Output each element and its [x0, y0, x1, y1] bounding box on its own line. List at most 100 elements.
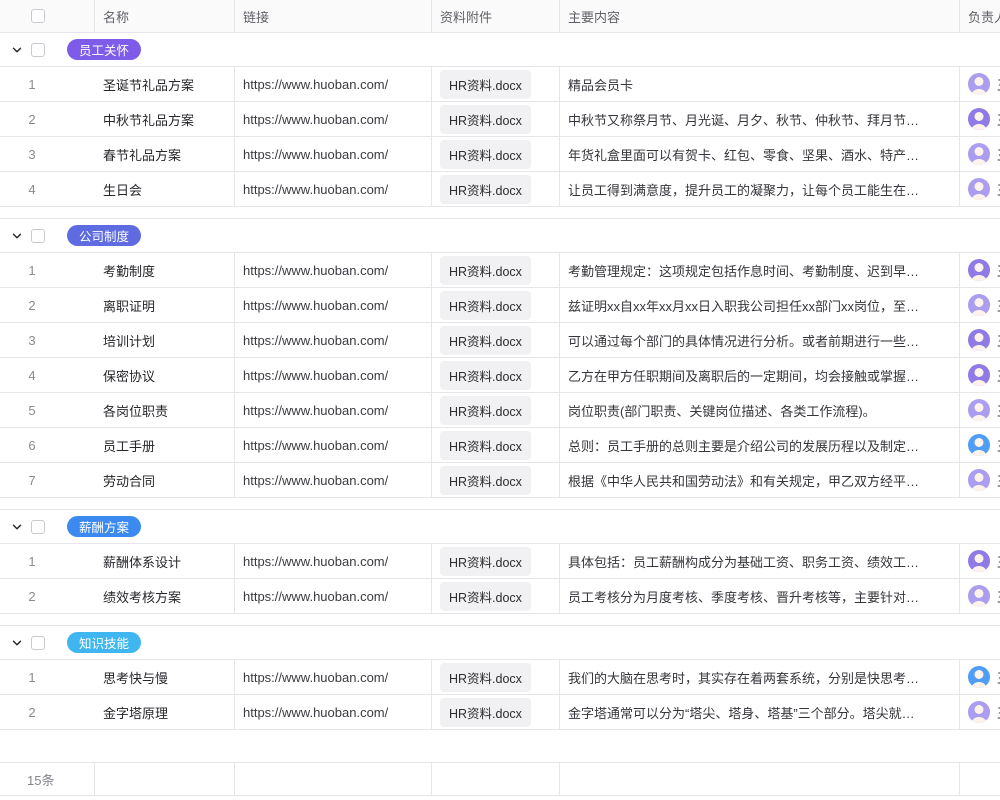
owner-cell[interactable]: 王 [960, 579, 1000, 613]
attachment-chip[interactable]: HR资料.docx [440, 326, 531, 355]
link-cell[interactable]: https://www.huoban.com/ [235, 102, 432, 136]
group-header[interactable]: 公司制度 [0, 219, 1000, 253]
content-cell[interactable]: 中秋节又称祭月节、月光诞、月夕、秋节、仲秋节、拜月节… [560, 102, 960, 136]
attachment-chip[interactable]: HR资料.docx [440, 466, 531, 495]
attachment-cell[interactable]: HR资料.docx [432, 253, 560, 287]
name-cell[interactable]: 5 各岗位职责 [0, 393, 235, 427]
content-cell[interactable]: 可以通过每个部门的具体情况进行分析。或者前期进行一些… [560, 323, 960, 357]
owner-cell[interactable]: 王 [960, 695, 1000, 729]
attachment-chip[interactable]: HR资料.docx [440, 361, 531, 390]
attachment-chip[interactable]: HR资料.docx [440, 140, 531, 169]
link-cell[interactable]: https://www.huoban.com/ [235, 137, 432, 171]
group-checkbox[interactable] [31, 229, 45, 243]
name-cell[interactable]: 1 圣诞节礼品方案 [0, 67, 235, 101]
name-cell[interactable]: 1 薪酬体系设计 [0, 544, 235, 578]
content-cell[interactable]: 具体包括：员工薪酬构成分为基础工资、职务工资、绩效工… [560, 544, 960, 578]
name-cell[interactable]: 4 保密协议 [0, 358, 235, 392]
link-cell[interactable]: https://www.huoban.com/ [235, 67, 432, 101]
name-cell[interactable]: 2 绩效考核方案 [0, 579, 235, 613]
group-header[interactable]: 员工关怀 [0, 33, 1000, 67]
link-cell[interactable]: https://www.huoban.com/ [235, 393, 432, 427]
content-cell[interactable]: 考勤管理规定：这项规定包括作息时间、考勤制度、迟到早… [560, 253, 960, 287]
owner-cell[interactable]: 王 [960, 102, 1000, 136]
name-cell[interactable]: 1 考勤制度 [0, 253, 235, 287]
name-cell[interactable]: 7 劳动合同 [0, 463, 235, 497]
link-cell[interactable]: https://www.huoban.com/ [235, 660, 432, 694]
link-cell[interactable]: https://www.huoban.com/ [235, 323, 432, 357]
content-cell[interactable]: 岗位职责(部门职责、关键岗位描述、各类工作流程)。 [560, 393, 960, 427]
attachment-chip[interactable]: HR资料.docx [440, 431, 531, 460]
link-cell[interactable]: https://www.huoban.com/ [235, 253, 432, 287]
attachment-cell[interactable]: HR资料.docx [432, 695, 560, 729]
content-cell[interactable]: 员工考核分为月度考核、季度考核、晋升考核等，主要针对… [560, 579, 960, 613]
name-cell[interactable]: 3 春节礼品方案 [0, 137, 235, 171]
group-checkbox[interactable] [31, 520, 45, 534]
group-header[interactable]: 知识技能 [0, 626, 1000, 660]
content-cell[interactable]: 乙方在甲方任职期间及离职后的一定期间，均会接触或掌握… [560, 358, 960, 392]
attachment-chip[interactable]: HR资料.docx [440, 663, 531, 692]
name-cell[interactable]: 2 金字塔原理 [0, 695, 235, 729]
content-cell[interactable]: 精品会员卡 [560, 67, 960, 101]
attachment-chip[interactable]: HR资料.docx [440, 256, 531, 285]
chevron-down-icon[interactable] [11, 637, 23, 649]
column-header-attachment[interactable]: 资料附件 [432, 0, 560, 32]
link-cell[interactable]: https://www.huoban.com/ [235, 172, 432, 206]
attachment-cell[interactable]: HR资料.docx [432, 358, 560, 392]
content-cell[interactable]: 根据《中华人民共和国劳动法》和有关规定，甲乙双方经平… [560, 463, 960, 497]
attachment-cell[interactable]: HR资料.docx [432, 393, 560, 427]
attachment-chip[interactable]: HR资料.docx [440, 291, 531, 320]
chevron-down-icon[interactable] [11, 521, 23, 533]
owner-cell[interactable]: 王 [960, 253, 1000, 287]
content-cell[interactable]: 兹证明xx自xx年xx月xx日入职我公司担任xx部门xx岗位，至… [560, 288, 960, 322]
attachment-cell[interactable]: HR资料.docx [432, 137, 560, 171]
attachment-chip[interactable]: HR资料.docx [440, 698, 531, 727]
link-cell[interactable]: https://www.huoban.com/ [235, 579, 432, 613]
attachment-chip[interactable]: HR资料.docx [440, 105, 531, 134]
content-cell[interactable]: 我们的大脑在思考时，其实存在着两套系统，分别是快思考… [560, 660, 960, 694]
attachment-cell[interactable]: HR资料.docx [432, 102, 560, 136]
content-cell[interactable]: 年货礼盒里面可以有贺卡、红包、零食、坚果、酒水、特产… [560, 137, 960, 171]
column-header-content[interactable]: 主要内容 [560, 0, 960, 32]
owner-cell[interactable]: 王 [960, 393, 1000, 427]
attachment-chip[interactable]: HR资料.docx [440, 70, 531, 99]
owner-cell[interactable]: 王 [960, 358, 1000, 392]
owner-cell[interactable]: 王 [960, 67, 1000, 101]
name-cell[interactable]: 2 离职证明 [0, 288, 235, 322]
attachment-cell[interactable]: HR资料.docx [432, 67, 560, 101]
name-cell[interactable]: 2 中秋节礼品方案 [0, 102, 235, 136]
attachment-chip[interactable]: HR资料.docx [440, 396, 531, 425]
link-cell[interactable]: https://www.huoban.com/ [235, 463, 432, 497]
owner-cell[interactable]: 王 [960, 463, 1000, 497]
content-cell[interactable]: 总则：员工手册的总则主要是介绍公司的发展历程以及制定… [560, 428, 960, 462]
owner-cell[interactable]: 王 [960, 428, 1000, 462]
link-cell[interactable]: https://www.huoban.com/ [235, 428, 432, 462]
select-all-checkbox[interactable] [31, 9, 45, 23]
name-cell[interactable]: 1 思考快与慢 [0, 660, 235, 694]
attachment-cell[interactable]: HR资料.docx [432, 544, 560, 578]
attachment-cell[interactable]: HR资料.docx [432, 463, 560, 497]
attachment-cell[interactable]: HR资料.docx [432, 172, 560, 206]
attachment-chip[interactable]: HR资料.docx [440, 175, 531, 204]
link-cell[interactable]: https://www.huoban.com/ [235, 288, 432, 322]
attachment-cell[interactable]: HR资料.docx [432, 288, 560, 322]
attachment-cell[interactable]: HR资料.docx [432, 323, 560, 357]
owner-cell[interactable]: 王 [960, 137, 1000, 171]
attachment-chip[interactable]: HR资料.docx [440, 547, 531, 576]
name-cell[interactable]: 6 员工手册 [0, 428, 235, 462]
link-cell[interactable]: https://www.huoban.com/ [235, 544, 432, 578]
owner-cell[interactable]: 王 [960, 288, 1000, 322]
column-header-name[interactable]: 名称 [95, 0, 235, 32]
owner-cell[interactable]: 王 [960, 544, 1000, 578]
group-checkbox[interactable] [31, 636, 45, 650]
chevron-down-icon[interactable] [11, 44, 23, 56]
content-cell[interactable]: 让员工得到满意度，提升员工的凝聚力，让每个员工能生在… [560, 172, 960, 206]
owner-cell[interactable]: 王 [960, 660, 1000, 694]
content-cell[interactable]: 金字塔通常可以分为“塔尖、塔身、塔基”三个部分。塔尖就… [560, 695, 960, 729]
name-cell[interactable]: 3 培训计划 [0, 323, 235, 357]
owner-cell[interactable]: 王 [960, 323, 1000, 357]
attachment-chip[interactable]: HR资料.docx [440, 582, 531, 611]
name-cell[interactable]: 4 生日会 [0, 172, 235, 206]
link-cell[interactable]: https://www.huoban.com/ [235, 695, 432, 729]
attachment-cell[interactable]: HR资料.docx [432, 428, 560, 462]
group-header[interactable]: 薪酬方案 [0, 510, 1000, 544]
